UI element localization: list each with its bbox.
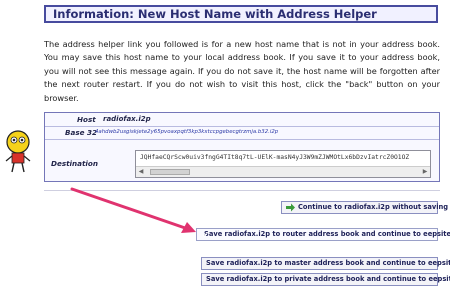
- save-private-addressbook-button[interactable]: Save radiofax.i2p to private address boo…: [201, 273, 450, 286]
- arrow-right-icon: [286, 203, 295, 212]
- save-master-addressbook-button[interactable]: Save radiofax.i2p to master address book…: [201, 257, 450, 270]
- save-master-addressbook-label: Save radiofax.i2p to master address book…: [206, 259, 450, 267]
- save-router-addressbook-label: Save radiofax.i2p to router address book…: [204, 230, 450, 238]
- continue-without-saving-label: Continue to radiofax.i2p without saving: [298, 203, 449, 211]
- save-router-addressbook-button[interactable]: Save radiofax.i2p to router address book…: [196, 228, 450, 241]
- save-private-addressbook-label: Save radiofax.i2p to private address boo…: [206, 275, 450, 283]
- continue-without-saving-button[interactable]: Continue to radiofax.i2p without saving: [281, 201, 448, 214]
